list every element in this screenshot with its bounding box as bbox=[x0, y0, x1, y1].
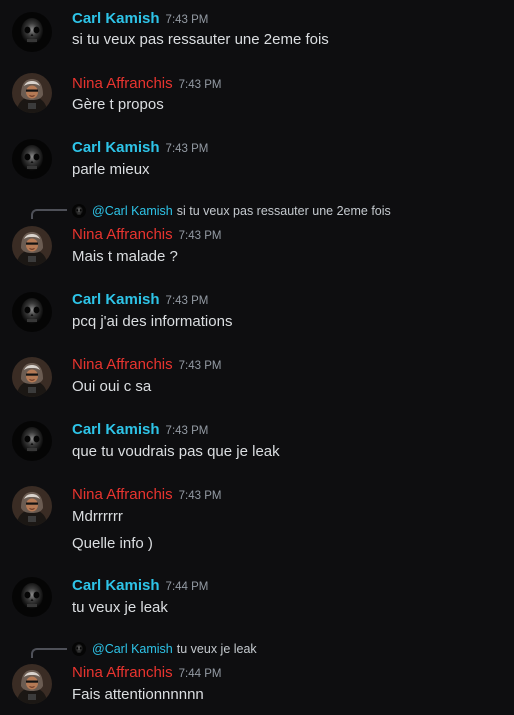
skull-avatar-icon[interactable] bbox=[12, 421, 52, 461]
skull-avatar-icon[interactable] bbox=[12, 139, 52, 179]
author-name[interactable]: Nina Affranchis bbox=[72, 664, 173, 681]
timestamp: 7:43 PM bbox=[178, 360, 222, 372]
author-name[interactable]: Carl Kamish bbox=[72, 421, 160, 438]
message-text: Mais t malade ? bbox=[72, 248, 178, 265]
message-text: Quelle info ) bbox=[72, 535, 153, 552]
mention-link[interactable]: @Carl Kamish bbox=[92, 642, 173, 656]
skull-avatar-icon bbox=[72, 204, 86, 218]
hooded-figure-avatar-icon[interactable] bbox=[12, 226, 52, 266]
reply-mention[interactable]: @Carl Kamish si tu veux pas ressauter une… bbox=[92, 203, 391, 219]
reply-snippet: si tu veux pas ressauter une 2eme fois bbox=[176, 204, 391, 218]
mention-link[interactable]: @Carl Kamish bbox=[92, 204, 173, 218]
timestamp: 7:43 PM bbox=[165, 14, 209, 26]
author-name[interactable]: Carl Kamish bbox=[72, 291, 160, 308]
author-name[interactable]: Nina Affranchis bbox=[72, 356, 173, 373]
message-text: pcq j'ai des informations bbox=[72, 313, 233, 330]
timestamp: 7:44 PM bbox=[178, 668, 222, 680]
message-text: si tu veux pas ressauter une 2eme fois bbox=[72, 31, 329, 48]
message-text: Fais attentionnnnnn bbox=[72, 686, 204, 703]
reply-mention[interactable]: @Carl Kamish tu veux je leak bbox=[92, 641, 257, 657]
message-text: Mdrrrrrr bbox=[72, 508, 123, 525]
message-text: Gère t propos bbox=[72, 96, 164, 113]
author-name[interactable]: Carl Kamish bbox=[72, 10, 160, 27]
message-text: que tu voudrais pas que je leak bbox=[72, 443, 280, 460]
skull-avatar-icon[interactable] bbox=[12, 577, 52, 617]
hooded-figure-avatar-icon[interactable] bbox=[12, 664, 52, 704]
timestamp: 7:43 PM bbox=[165, 295, 209, 307]
username-carl[interactable]: Carl Kamish 7:44 PM bbox=[72, 577, 208, 596]
username-carl[interactable]: Carl Kamish 7:43 PM bbox=[72, 291, 208, 310]
skull-avatar-icon bbox=[72, 642, 86, 656]
chat-message-list: Carl Kamish 7:43 PM si tu veux pas ressau… bbox=[0, 0, 514, 715]
author-name[interactable]: Nina Affranchis bbox=[72, 226, 173, 243]
timestamp: 7:43 PM bbox=[178, 490, 222, 502]
message-text: parle mieux bbox=[72, 161, 150, 178]
author-name[interactable]: Carl Kamish bbox=[72, 577, 160, 594]
author-name[interactable]: Nina Affranchis bbox=[72, 75, 173, 92]
reply-snippet: tu veux je leak bbox=[176, 642, 257, 656]
message-text: tu veux je leak bbox=[72, 599, 168, 616]
reply-connector-line bbox=[31, 209, 67, 219]
reply-preview[interactable]: @Carl Kamish tu veux je leak bbox=[0, 641, 514, 658]
reply-preview[interactable]: @Carl Kamish si tu veux pas ressauter une… bbox=[0, 203, 514, 219]
hooded-figure-avatar-icon[interactable] bbox=[12, 486, 52, 526]
author-name[interactable]: Nina Affranchis bbox=[72, 486, 173, 503]
username-nina[interactable]: Nina Affranchis 7:43 PM bbox=[72, 356, 221, 375]
timestamp: 7:43 PM bbox=[178, 230, 222, 242]
username-carl[interactable]: Carl Kamish 7:43 PM bbox=[72, 10, 208, 29]
skull-avatar-icon[interactable] bbox=[12, 292, 52, 332]
username-nina[interactable]: Nina Affranchis 7:43 PM bbox=[72, 75, 221, 94]
username-carl[interactable]: Carl Kamish 7:43 PM bbox=[72, 421, 208, 440]
username-nina[interactable]: Nina Affranchis 7:43 PM bbox=[72, 486, 221, 505]
timestamp: 7:43 PM bbox=[165, 143, 209, 155]
author-name[interactable]: Carl Kamish bbox=[72, 139, 160, 156]
username-nina[interactable]: Nina Affranchis 7:43 PM bbox=[72, 226, 221, 245]
timestamp: 7:43 PM bbox=[178, 79, 222, 91]
username-carl[interactable]: Carl Kamish 7:43 PM bbox=[72, 139, 208, 158]
skull-avatar-icon[interactable] bbox=[12, 12, 52, 52]
message-text: Oui oui c sa bbox=[72, 378, 152, 395]
timestamp: 7:43 PM bbox=[165, 425, 209, 437]
reply-connector-line bbox=[31, 648, 67, 658]
hooded-figure-avatar-icon[interactable] bbox=[12, 73, 52, 113]
timestamp: 7:44 PM bbox=[165, 581, 209, 593]
hooded-figure-avatar-icon[interactable] bbox=[12, 357, 52, 397]
username-nina[interactable]: Nina Affranchis 7:44 PM bbox=[72, 664, 221, 683]
